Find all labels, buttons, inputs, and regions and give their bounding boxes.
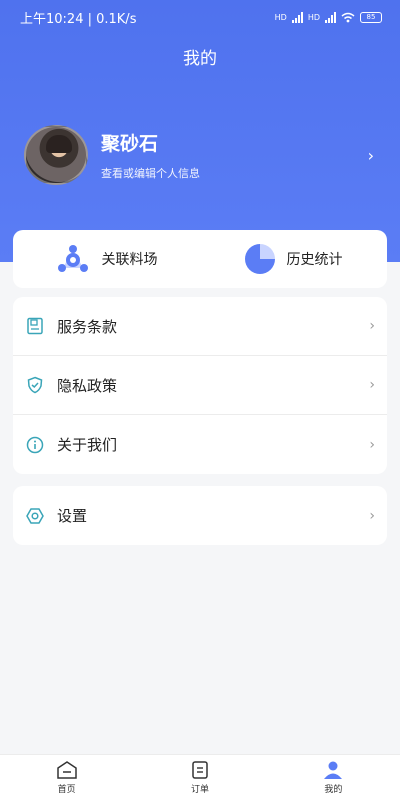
linked-yard-icon — [56, 244, 90, 274]
signal-icon — [291, 11, 303, 23]
profile-text: 聚砂石 查看或编辑个人信息 — [101, 129, 368, 181]
info-icon — [25, 435, 45, 455]
bottom-tab-bar: 首页 订单 我的 — [0, 754, 400, 800]
avatar[interactable] — [24, 125, 88, 185]
home-icon — [56, 761, 77, 779]
menu-item-terms[interactable]: 服务条款 › — [13, 297, 387, 356]
battery-icon: 85 — [360, 11, 382, 23]
signal-icon-2 — [325, 11, 336, 23]
quick-action-label: 历史统计 — [286, 252, 343, 268]
profile-section[interactable]: 聚砂石 查看或编辑个人信息 › — [24, 124, 380, 186]
tab-orders[interactable]: 订单 — [133, 755, 266, 800]
wifi-icon — [341, 12, 355, 22]
profile-subtitle: 查看或编辑个人信息 — [101, 167, 200, 180]
chevron-right-icon: › — [369, 377, 375, 393]
document-icon — [25, 316, 45, 336]
order-icon — [192, 761, 208, 779]
shield-check-icon — [25, 375, 45, 395]
quick-action-label: 关联料场 — [101, 252, 158, 268]
page-title: 我的 — [183, 49, 217, 69]
hd-label-1: HD — [274, 12, 287, 22]
menu-card-settings: 设置 › — [13, 486, 387, 545]
quick-actions-card: 关联料场 历史统计 — [13, 230, 387, 288]
status-bar: 上午10:24 | 0.1K/s HD HD 85 — [0, 0, 400, 34]
profile-name: 聚砂石 — [101, 133, 159, 155]
menu-item-about[interactable]: 关于我们 › — [13, 415, 387, 474]
tab-label: 首页 — [57, 785, 76, 795]
status-icons: HD HD 85 — [274, 11, 382, 23]
tab-mine[interactable]: 我的 — [267, 755, 400, 800]
status-time-speed: 上午10:24 | 0.1K/s — [20, 11, 137, 27]
pie-chart-icon — [244, 244, 275, 274]
quick-action-history-stats[interactable]: 历史统计 — [200, 244, 387, 274]
menu-item-privacy[interactable]: 隐私政策 › — [13, 356, 387, 415]
menu-item-label: 关于我们 — [57, 436, 118, 454]
tab-home[interactable]: 首页 — [0, 755, 133, 800]
tab-label: 订单 — [190, 785, 209, 795]
hexagon-settings-icon — [25, 506, 45, 526]
menu-item-settings[interactable]: 设置 › — [13, 486, 387, 545]
menu-card-main: 服务条款 › 隐私政策 › 关于我们 › — [13, 297, 387, 474]
menu-item-label: 设置 — [57, 507, 88, 525]
tab-label: 我的 — [324, 785, 343, 795]
user-icon — [324, 761, 343, 779]
hd-label-2: HD — [307, 12, 320, 22]
chevron-right-icon: › — [369, 318, 375, 334]
quick-action-linked-yard[interactable]: 关联料场 — [13, 244, 200, 274]
menu-item-label: 服务条款 — [57, 317, 118, 336]
chevron-right-icon[interactable]: › — [368, 146, 374, 165]
menu-item-label: 隐私政策 — [57, 376, 118, 395]
chevron-right-icon: › — [369, 507, 375, 524]
chevron-right-icon: › — [369, 436, 375, 453]
